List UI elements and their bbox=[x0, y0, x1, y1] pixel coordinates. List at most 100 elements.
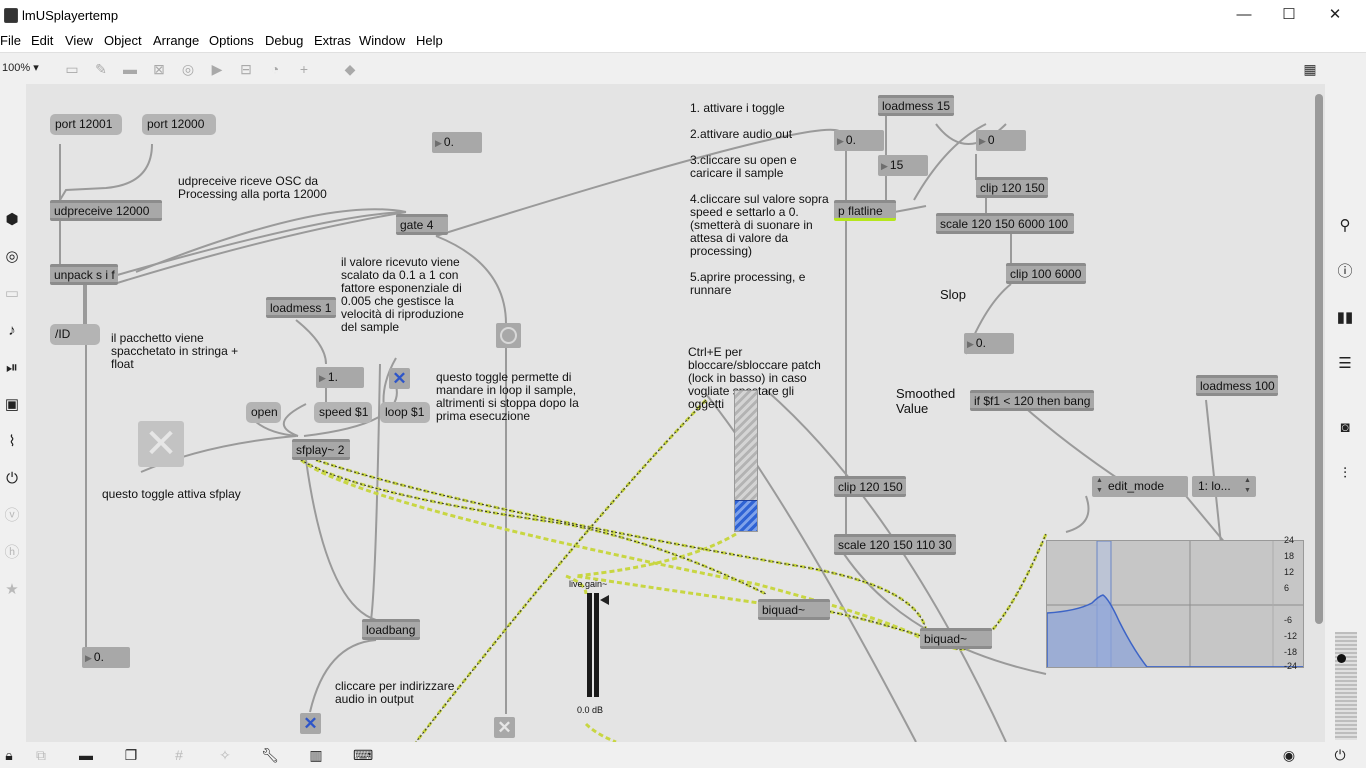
vertical-slider[interactable] bbox=[734, 390, 758, 532]
clip-120-150-top-object[interactable]: clip 120 150 bbox=[976, 177, 1048, 198]
slider-icon[interactable]: ⊟ bbox=[238, 61, 254, 77]
sfplay-toggle-comment: questo toggle attiva sfplay bbox=[102, 487, 241, 501]
udpreceive-object[interactable]: udpreceive 12000 bbox=[50, 200, 162, 221]
menu-help[interactable]: Help bbox=[416, 33, 443, 48]
edit-mode-menu[interactable]: ▲ ▼ edit_mode bbox=[1092, 476, 1188, 497]
loadmess-1-object[interactable]: loadmess 1 bbox=[266, 297, 336, 318]
loop-message[interactable]: loop $1 bbox=[380, 402, 430, 423]
grid-icon[interactable]: # bbox=[170, 747, 188, 763]
object-box-icon[interactable]: ▭ bbox=[64, 61, 80, 77]
camera-icon[interactable]: ◙ bbox=[1335, 418, 1355, 438]
lock-icon[interactable]: 🔒︎ bbox=[0, 747, 18, 763]
info-icon[interactable]: ⓘ bbox=[1335, 262, 1355, 282]
port-12001-message[interactable]: port 12001 bbox=[50, 114, 122, 135]
clip-100-6000-object[interactable]: clip 100 6000 bbox=[1006, 263, 1086, 284]
unpack-object[interactable]: unpack s i f bbox=[50, 264, 118, 285]
dsp-icon[interactable]: ◉ bbox=[1280, 747, 1298, 763]
plug-icon[interactable]: ⏻ bbox=[2, 469, 22, 489]
star-icon[interactable]: ★ bbox=[2, 580, 22, 600]
menu-window[interactable]: Window bbox=[359, 33, 405, 48]
number-box-0[interactable]: ▶ 0 bbox=[976, 130, 1026, 151]
keyboard-icon[interactable]: ⌨ bbox=[353, 747, 373, 763]
speech-icon[interactable]: ▬ bbox=[122, 61, 138, 77]
menu-view[interactable]: View bbox=[65, 33, 93, 48]
number-box-15[interactable]: ▶ 15 bbox=[878, 155, 928, 176]
piano-icon[interactable]: ▥ bbox=[307, 747, 325, 763]
power-icon[interactable]: ⏻ bbox=[1331, 747, 1349, 763]
number-box-slop[interactable]: ▶ 0. bbox=[964, 333, 1014, 354]
dial-icon[interactable]: ◔ bbox=[267, 61, 283, 77]
if-object[interactable]: if $f1 < 120 then bang bbox=[970, 390, 1094, 411]
port-12000-message[interactable]: port 12000 bbox=[142, 114, 216, 135]
image-icon[interactable]: ▣ bbox=[2, 395, 22, 415]
audio-output-toggle[interactable]: ✕ bbox=[300, 713, 321, 734]
bottom-toggle[interactable]: ✕ bbox=[494, 717, 515, 738]
sliders-icon[interactable]: ⫶ bbox=[1335, 464, 1355, 484]
book-icon[interactable]: ▮▮ bbox=[1335, 308, 1355, 328]
mode-menu[interactable]: 1: lo... ▲ ▼ bbox=[1192, 476, 1256, 497]
sfplay-object[interactable]: sfplay~ 2 bbox=[292, 439, 350, 460]
db-tick-minus-12: -12 bbox=[1284, 631, 1298, 641]
biquad-object-2[interactable]: biquad~ bbox=[920, 628, 992, 649]
menu-arrange[interactable]: Arrange bbox=[153, 33, 199, 48]
grid-toggle-icon[interactable]: ▦ bbox=[1302, 61, 1318, 77]
menu-options[interactable]: Options bbox=[209, 33, 254, 48]
number-box-top[interactable]: ▶ 0. bbox=[432, 132, 482, 153]
close-button[interactable]: ✕ bbox=[1312, 0, 1358, 30]
wrench-icon[interactable]: 🔧︎ bbox=[261, 747, 279, 763]
v-icon[interactable]: ⓥ bbox=[2, 506, 22, 526]
paperclip-icon[interactable]: ⌇ bbox=[2, 432, 22, 452]
vertical-scrollbar[interactable] bbox=[1315, 94, 1323, 624]
clip-120-150-mid-object[interactable]: clip 120 150 bbox=[834, 476, 906, 497]
target-icon[interactable]: ◎ bbox=[2, 247, 22, 267]
master-meter[interactable] bbox=[1335, 632, 1357, 740]
h-icon[interactable]: ⓗ bbox=[2, 543, 22, 563]
button-icon[interactable]: ◎ bbox=[180, 61, 196, 77]
plus-icon[interactable]: + bbox=[296, 61, 312, 77]
zoom-select[interactable]: 100% ▾ bbox=[2, 61, 39, 74]
speed-message[interactable]: speed $1 bbox=[314, 402, 372, 423]
toggle-icon[interactable]: ⊠ bbox=[151, 61, 167, 77]
scale-120-150-6000-100-object[interactable]: scale 120 150 6000 100 bbox=[936, 213, 1074, 234]
menu-extras[interactable]: Extras bbox=[314, 33, 351, 48]
wand-icon[interactable]: ✧ bbox=[216, 747, 234, 763]
new-object-icon[interactable]: ⧉ bbox=[32, 747, 50, 763]
cube-icon[interactable]: ⬢ bbox=[2, 210, 22, 230]
master-meter-knob[interactable] bbox=[1337, 654, 1346, 663]
play-step-icon[interactable]: ⏯ bbox=[2, 358, 22, 378]
list-icon[interactable]: ☰ bbox=[1335, 354, 1355, 374]
menu-edit[interactable]: Edit bbox=[31, 33, 53, 48]
minimize-button[interactable]: — bbox=[1221, 0, 1267, 30]
bang-button[interactable] bbox=[496, 323, 521, 348]
loop-toggle[interactable]: ✕ bbox=[389, 368, 410, 389]
maximize-button[interactable]: ☐ bbox=[1266, 0, 1312, 30]
filtergraph[interactable] bbox=[1046, 540, 1304, 668]
menu-debug[interactable]: Debug bbox=[265, 33, 303, 48]
sfplay-toggle[interactable]: ✕ bbox=[138, 421, 184, 467]
paint-bucket-icon[interactable]: ◆ bbox=[342, 61, 358, 77]
live-gain[interactable]: live.gain~ 0.0 dB bbox=[569, 579, 615, 719]
id-message[interactable]: /ID bbox=[50, 324, 100, 345]
play-icon[interactable]: ▶ bbox=[209, 61, 225, 77]
number-box-gate[interactable]: ▶ 0. bbox=[834, 130, 884, 151]
biquad-object-1[interactable]: biquad~ bbox=[758, 599, 830, 620]
patcher-canvas[interactable]: port 12001 port 12000 /ID open speed $1 … bbox=[26, 84, 1325, 742]
open-message[interactable]: open bbox=[246, 402, 281, 423]
live-gain-handle-icon[interactable] bbox=[600, 595, 609, 605]
loadbang-object[interactable]: loadbang bbox=[362, 619, 420, 640]
p-flatline-object[interactable]: p flatline bbox=[834, 200, 896, 221]
menu-object[interactable]: Object bbox=[104, 33, 142, 48]
package-icon[interactable]: ▭ bbox=[2, 284, 22, 304]
loadmess-100-object[interactable]: loadmess 100 bbox=[1196, 375, 1278, 396]
gate-object[interactable]: gate 4 bbox=[396, 214, 448, 235]
music-note-icon[interactable]: ♪ bbox=[2, 321, 22, 341]
scale-120-150-110-30-object[interactable]: scale 120 150 110 30 bbox=[834, 534, 956, 555]
comment-icon[interactable]: ✎ bbox=[93, 61, 109, 77]
menu-file[interactable]: File bbox=[0, 33, 21, 48]
presentation-icon[interactable]: ▬ bbox=[77, 747, 95, 763]
loadmess-15-object[interactable]: loadmess 15 bbox=[878, 95, 954, 116]
number-box-speed[interactable]: ▶ 1. bbox=[316, 367, 364, 388]
windows-icon[interactable]: ❐ bbox=[122, 747, 140, 763]
number-box-bottom[interactable]: ▶ 0. bbox=[82, 647, 130, 668]
search-icon[interactable]: ⚲ bbox=[1335, 216, 1355, 236]
